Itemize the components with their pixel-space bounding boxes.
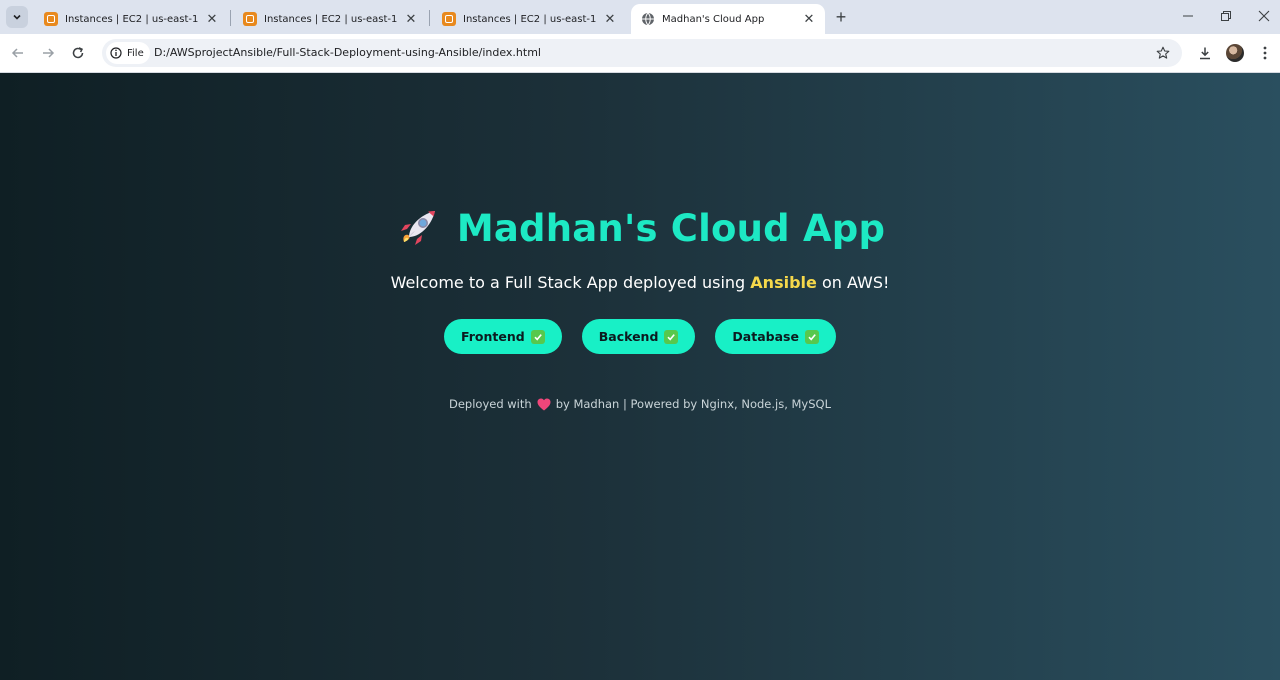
tab-divider (230, 10, 231, 26)
tab-title: Instances | EC2 | us-east-1 (463, 13, 597, 25)
url-text[interactable]: D:/AWSprojectAnsible/Full-Stack-Deployme… (154, 46, 541, 59)
new-tab-button[interactable]: + (831, 7, 851, 27)
subtitle-text: Welcome to a Full Stack App deployed usi… (390, 273, 751, 292)
hero-title-row: Madhan's Cloud App (0, 205, 1280, 251)
close-window-icon[interactable] (1250, 5, 1278, 27)
database-badge: Database (715, 319, 836, 354)
bookmark-star-icon[interactable] (1154, 44, 1172, 62)
page-title: Madhan's Cloud App (456, 206, 886, 250)
page-footer: Deployed with by Madhan | Powered by Ngi… (0, 397, 1280, 411)
backend-badge: Backend (581, 319, 696, 354)
footer-text: Deployed with (448, 397, 532, 411)
tab-title: Instances | EC2 | us-east-1 (264, 13, 398, 25)
tab-title: Instances | EC2 | us-east-1 (65, 13, 199, 25)
tab-ec2-2[interactable]: Instances | EC2 | us-east-1 ✕ (233, 4, 427, 34)
badge-label: Database (732, 329, 799, 344)
restore-icon[interactable] (1212, 5, 1240, 27)
status-pills: Frontend Backend Database (0, 319, 1280, 354)
tab-search-button[interactable] (6, 6, 28, 28)
page-content: Madhan's Cloud App Welcome to a Full Sta… (0, 73, 1280, 680)
chip-label: File (127, 47, 144, 59)
tab-ec2-1[interactable]: Instances | EC2 | us-east-1 ✕ (34, 4, 228, 34)
reload-icon[interactable] (67, 42, 89, 64)
tab-divider (429, 10, 430, 26)
rocket-icon (400, 211, 435, 245)
aws-ec2-icon (44, 12, 58, 26)
browser-toolbar: File D:/AWSprojectAnsible/Full-Stack-Dep… (0, 34, 1280, 73)
site-info-chip[interactable]: File (106, 42, 150, 64)
tab-title: Madhan's Cloud App (662, 13, 765, 25)
badge-label: Backend (598, 329, 659, 344)
aws-ec2-icon (243, 12, 257, 26)
download-icon[interactable] (1194, 42, 1216, 64)
tab-strip: Instances | EC2 | us-east-1 ✕ Instances … (0, 0, 1280, 34)
check-mark-icon (664, 329, 679, 344)
back-arrow-icon[interactable] (7, 42, 29, 64)
heart-icon (537, 398, 551, 410)
check-mark-icon (530, 329, 545, 344)
globe-icon (641, 12, 655, 26)
aws-ec2-icon (442, 12, 456, 26)
close-icon[interactable]: ✕ (204, 11, 220, 27)
close-icon[interactable]: ✕ (403, 11, 419, 27)
subtitle-highlight: Ansible (750, 273, 817, 292)
frontend-badge: Frontend (444, 319, 562, 354)
check-mark-icon (804, 329, 819, 344)
close-icon[interactable]: ✕ (602, 11, 618, 27)
avatar (1226, 44, 1244, 62)
forward-arrow-icon[interactable] (37, 42, 59, 64)
minimize-icon[interactable] (1174, 5, 1202, 27)
address-bar[interactable]: File D:/AWSprojectAnsible/Full-Stack-Dep… (102, 39, 1182, 67)
page-subtitle: Welcome to a Full Stack App deployed usi… (0, 273, 1280, 292)
chevron-down-icon (13, 14, 21, 20)
tab-ec2-3[interactable]: Instances | EC2 | us-east-1 ✕ (432, 4, 626, 34)
subtitle-text-end: on AWS! (816, 273, 890, 292)
kebab-menu-icon[interactable] (1254, 42, 1276, 64)
badge-label: Frontend (461, 329, 525, 344)
profile-avatar[interactable] (1224, 42, 1246, 64)
tab-madhans-cloud-app[interactable]: Madhan's Cloud App ✕ (631, 4, 825, 34)
close-icon[interactable]: ✕ (801, 11, 817, 27)
footer-credits: by Madhan | Powered by Nginx, Node.js, M… (555, 397, 831, 411)
info-icon (110, 47, 122, 59)
